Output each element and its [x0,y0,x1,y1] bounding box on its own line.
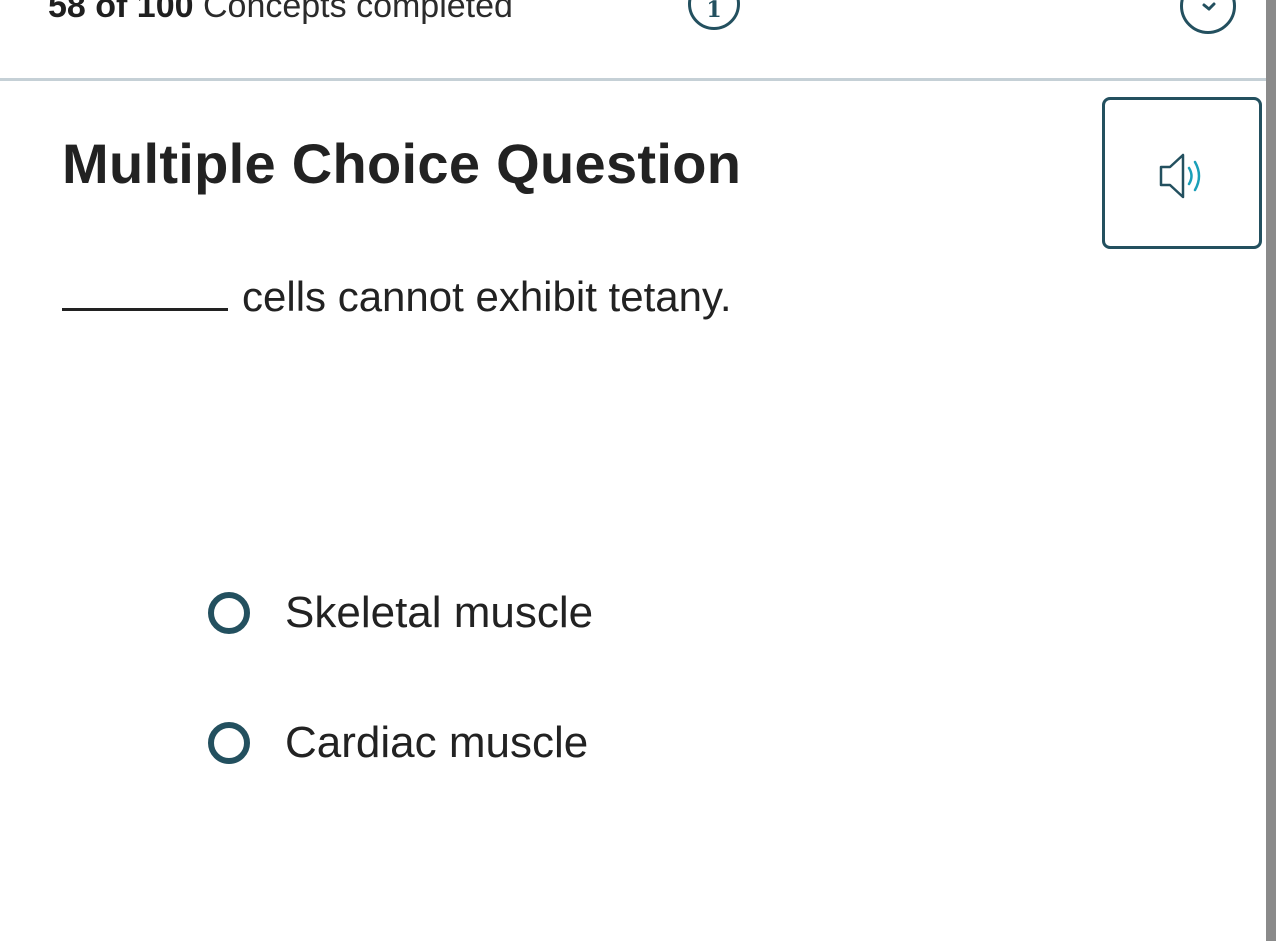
page-scrollbar[interactable] [1266,0,1276,941]
choice-cardiac-muscle[interactable]: Cardiac muscle [208,715,808,771]
question-prompt: cells cannot exhibit tetany. [62,272,732,322]
choice-skeletal-muscle[interactable]: Skeletal muscle [208,585,808,641]
choice-label: Skeletal muscle [285,588,594,637]
progress-label: Concepts completed [202,0,513,25]
choice-label: Cardiac muscle [285,718,589,767]
speaker-icon [1159,153,1201,199]
info-badge[interactable]: 1 [688,0,740,30]
clock-hand-icon [1202,2,1216,11]
radio-button[interactable] [208,722,250,764]
question-prompt-text: cells cannot exhibit tetany. [242,273,732,320]
progress-count: 58 of 100 [48,0,194,25]
question-title: Multiple Choice Question [62,132,742,195]
answer-blank [62,274,228,311]
concepts-progress: 58 of 100 Concepts completed [48,0,513,26]
page: 58 of 100 Concepts completed 1 Multiple … [0,0,1284,941]
timer-icon[interactable] [1180,0,1236,34]
radio-button[interactable] [208,592,250,634]
read-aloud-button[interactable] [1102,97,1262,249]
info-badge-number: 1 [706,0,722,23]
progress-header: 58 of 100 Concepts completed 1 [0,0,1266,81]
